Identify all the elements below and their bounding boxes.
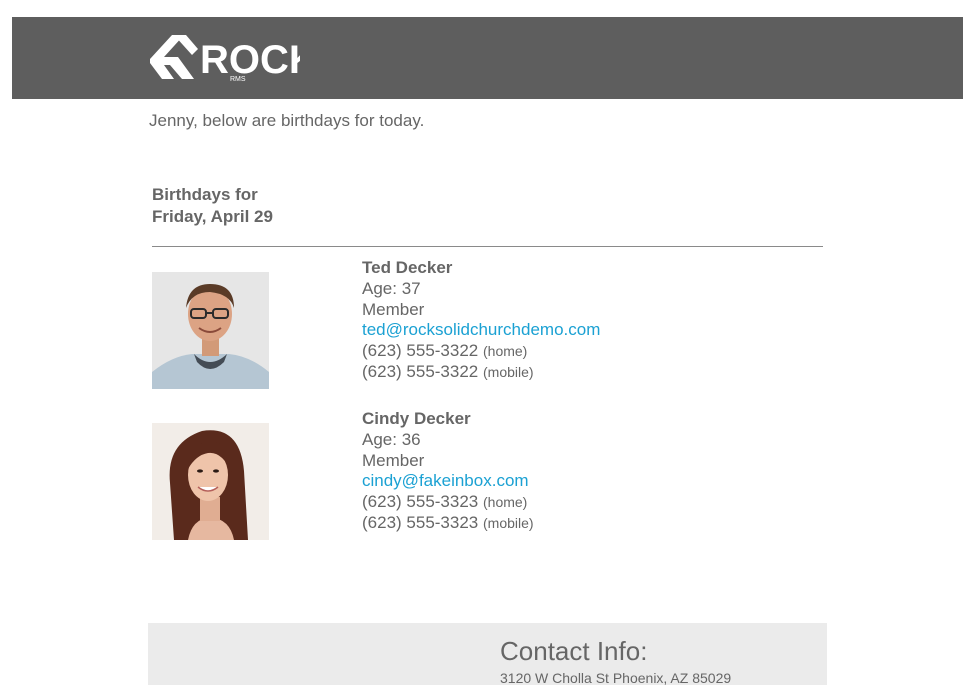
phone-type-label: (home)	[483, 343, 528, 360]
person-status: Member	[362, 299, 425, 319]
person-email-link[interactable]: cindy@fakeinbox.com	[362, 471, 529, 490]
phone-type-label: (mobile)	[483, 363, 534, 380]
person-status: Member	[362, 450, 425, 470]
person-phone-mobile: (623) 555-3322 (mobile)	[362, 362, 600, 383]
birthdays-heading-line1: Birthdays for	[152, 185, 258, 204]
greeting-text: Jenny, below are birthdays for today.	[149, 111, 425, 130]
person-photo	[152, 272, 269, 389]
logo-text: ROCK	[200, 38, 300, 82]
logo-subtext: RMS	[230, 76, 246, 83]
phone-number: (623) 555-3323	[362, 512, 479, 532]
person-photo	[152, 423, 269, 540]
person-info: Cindy Decker Age: 36 Member cindy@fakein…	[362, 409, 534, 534]
phone-number: (623) 555-3322	[362, 361, 479, 381]
phone-number: (623) 555-3323	[362, 492, 479, 512]
person-phone-mobile: (623) 555-3323 (mobile)	[362, 513, 534, 534]
birthday-person-card: Ted Decker Age: 37 Member ted@rocksolidc…	[152, 258, 832, 398]
contact-address: 3120 W Cholla St Phoenix, AZ 85029	[500, 670, 732, 686]
person-name: Ted Decker	[362, 258, 453, 277]
person-email-link[interactable]: ted@rocksolidchurchdemo.com	[362, 320, 600, 339]
phone-type-label: (home)	[483, 494, 528, 511]
phone-number: (623) 555-3322	[362, 341, 479, 361]
section-divider	[152, 246, 823, 247]
phone-type-label: (mobile)	[483, 514, 534, 531]
rock-rms-logo[interactable]: ROCK RMS	[150, 31, 300, 85]
email-header: ROCK RMS	[12, 17, 963, 99]
person-phone-home: (623) 555-3323 (home)	[362, 492, 534, 513]
birthdays-heading: Birthdays for Friday, April 29	[152, 184, 273, 228]
birthdays-heading-date: Friday, April 29	[152, 207, 273, 226]
birthday-person-card: Cindy Decker Age: 36 Member cindy@fakein…	[152, 409, 832, 549]
email-footer: Contact Info: 3120 W Cholla St Phoenix, …	[148, 623, 827, 686]
person-info: Ted Decker Age: 37 Member ted@rocksolidc…	[362, 258, 600, 383]
person-age: Age: 37	[362, 278, 421, 298]
contact-info-title: Contact Info:	[500, 636, 648, 666]
person-age: Age: 36	[362, 429, 421, 449]
person-phone-home: (623) 555-3322 (home)	[362, 341, 600, 362]
person-name: Cindy Decker	[362, 409, 471, 428]
